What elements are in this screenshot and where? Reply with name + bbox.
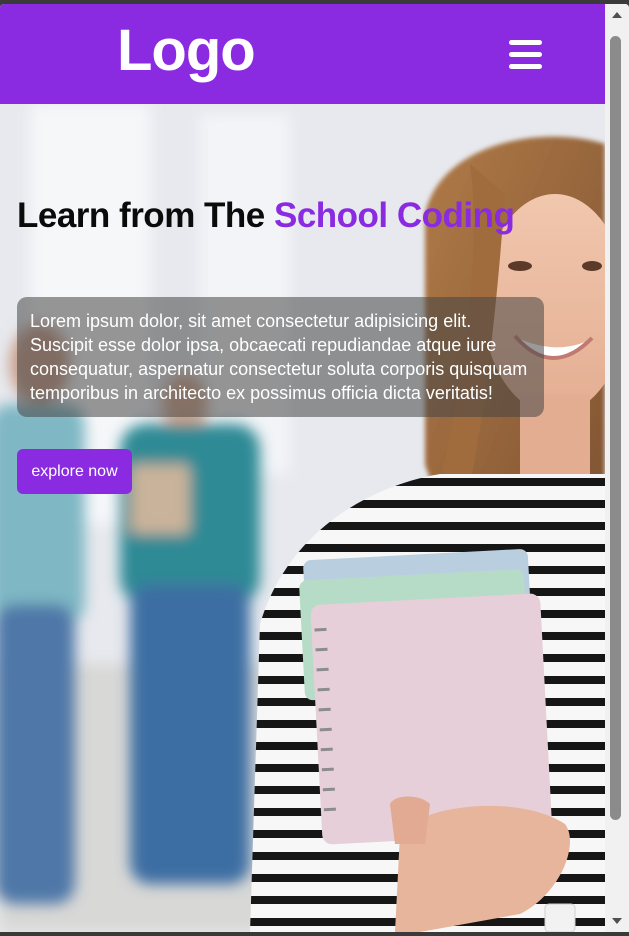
menu-bar [509,52,542,57]
window-bottom-border [0,932,629,936]
hero-section: Learn from The School Coding Lorem ipsum… [0,104,605,932]
hero-description: Lorem ipsum dolor, sit amet consectetur … [17,297,544,417]
browser-frame: Logo Learn from The School Coding Lorem … [0,4,629,936]
vertical-scrollbar[interactable] [605,4,629,932]
scroll-up-icon[interactable] [612,12,622,18]
scrollbar-thumb[interactable] [610,36,621,820]
hero-title-accent: School Coding [273,196,515,235]
hamburger-menu-icon[interactable] [506,38,544,72]
site-header: Logo [0,4,605,104]
explore-now-button[interactable]: explore now [17,449,132,494]
menu-bar [509,40,542,45]
menu-bar [509,64,542,69]
hero-title-prefix: Learn from The [17,196,274,235]
logo[interactable]: Logo [117,22,256,80]
scroll-down-icon[interactable] [612,918,622,924]
page-viewport: Logo Learn from The School Coding Lorem … [0,4,605,932]
hero-title: Learn from The School Coding [17,196,515,236]
